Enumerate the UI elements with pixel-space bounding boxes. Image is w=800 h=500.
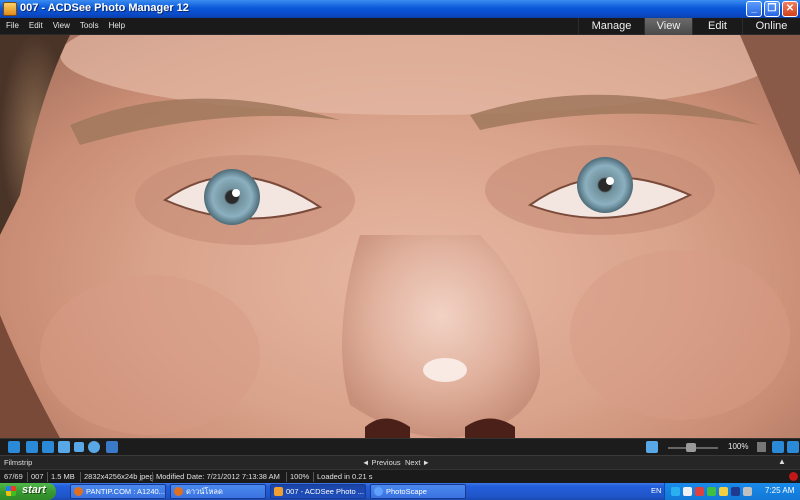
- language-indicator[interactable]: EN: [651, 486, 661, 495]
- menu-edit[interactable]: Edit: [29, 20, 43, 32]
- tray-icon[interactable]: [695, 487, 704, 496]
- status-divider: [80, 472, 81, 482]
- acdsee-icon: [274, 487, 283, 496]
- status-zoom: 100%: [290, 472, 310, 481]
- taskbar-item-photoscape[interactable]: PhotoScape: [370, 484, 466, 499]
- acdsee-app-icon[interactable]: [3, 2, 17, 16]
- viewer-toolbar: 100%: [0, 438, 800, 455]
- mode-tab-view[interactable]: View: [644, 18, 692, 35]
- firefox-icon: [74, 487, 83, 496]
- filmstrip-label[interactable]: Filmstrip: [4, 458, 32, 467]
- close-button[interactable]: ✕: [782, 1, 798, 17]
- screen: 007 - ACDSee Photo Manager 12 _ ❐ ✕ File…: [0, 0, 800, 500]
- taskbar-item-label: PhotoScape: [386, 487, 427, 496]
- filmstrip-bar: Filmstrip ◄ Previous Next ► ▲: [0, 455, 800, 469]
- start-button[interactable]: start: [0, 483, 56, 500]
- zoom-tool-icon[interactable]: [88, 441, 100, 453]
- status-bar: 67/69 007 1.5 MB 2832x4256x24b jpeg Modi…: [0, 469, 800, 483]
- fit-image-icon[interactable]: [646, 441, 658, 453]
- next-button[interactable]: Next ►: [405, 458, 430, 467]
- status-divider: [27, 472, 28, 482]
- windows-taskbar: start PANTIP.COM : A1240... ดาวน์โหลด 00…: [0, 483, 800, 500]
- taskbar-item-acdsee[interactable]: 007 - ACDSee Photo ...: [270, 484, 366, 499]
- next-image-icon[interactable]: [42, 441, 54, 453]
- back-to-manage-icon[interactable]: [8, 441, 20, 453]
- status-file-size: 1.5 MB: [51, 472, 75, 481]
- minimize-button[interactable]: _: [746, 1, 762, 17]
- menu-file[interactable]: File: [6, 20, 19, 32]
- menu-help[interactable]: Help: [109, 20, 125, 32]
- rotate-menu-icon[interactable]: [106, 441, 118, 453]
- taskbar-item-label: ดาวน์โหลด: [186, 487, 223, 496]
- window-title: 007 - ACDSee Photo Manager 12: [20, 2, 189, 14]
- start-label: start: [22, 484, 46, 496]
- expand-icon[interactable]: [787, 441, 799, 453]
- mode-tab-manage[interactable]: Manage: [578, 18, 644, 35]
- system-clock[interactable]: 7:25 AM: [765, 486, 794, 495]
- tray-icon[interactable]: [719, 487, 728, 496]
- system-tray: 7:25 AM: [664, 483, 800, 500]
- zoom-slider-thumb[interactable]: [686, 443, 696, 452]
- taskbar-item-download[interactable]: ดาวน์โหลด: [170, 484, 266, 499]
- firefox-icon: [174, 487, 183, 496]
- status-load-time: Loaded in 0.21 s: [317, 472, 373, 481]
- tray-icon[interactable]: [731, 487, 740, 496]
- tray-icon[interactable]: [671, 487, 680, 496]
- status-modified-date: Modified Date: 7/21/2012 7:13:38 AM: [156, 472, 280, 481]
- status-divider: [313, 472, 314, 482]
- windows-logo-icon: [6, 486, 16, 496]
- taskbar-item-label: 007 - ACDSee Photo ...: [286, 487, 364, 496]
- menu-bar: File Edit View Tools Help Manage View Ed…: [0, 18, 800, 35]
- status-divider: [152, 472, 153, 482]
- tray-icon[interactable]: [707, 487, 716, 496]
- status-filename: 007: [31, 472, 44, 481]
- tray-icon[interactable]: [743, 487, 752, 496]
- photo-viewer[interactable]: [0, 35, 800, 438]
- title-bar[interactable]: 007 - ACDSee Photo Manager 12 _ ❐ ✕: [0, 0, 800, 18]
- taskbar-item-pantip[interactable]: PANTIP.COM : A1240...: [70, 484, 166, 499]
- mode-tab-online[interactable]: Online: [742, 18, 800, 35]
- status-position: 67/69: [4, 472, 23, 481]
- full-screen-icon[interactable]: [772, 441, 784, 453]
- mode-tabs: Manage View Edit Online: [578, 18, 800, 35]
- mode-tab-edit[interactable]: Edit: [692, 18, 742, 35]
- zoom-level: 100%: [728, 442, 749, 451]
- filmstrip-toggle-icon[interactable]: ▲: [778, 457, 786, 466]
- pan-tool-icon[interactable]: [58, 441, 70, 453]
- status-dimensions: 2832x4256x24b jpeg: [84, 472, 154, 481]
- error-indicator-icon[interactable]: [789, 472, 798, 481]
- menu-tools[interactable]: Tools: [80, 20, 99, 32]
- portrait-photo: [0, 35, 800, 438]
- previous-image-icon[interactable]: [26, 441, 38, 453]
- tray-icon[interactable]: [683, 487, 692, 496]
- status-divider: [286, 472, 287, 482]
- main-menu: File Edit View Tools Help: [6, 20, 125, 32]
- taskbar-item-label: PANTIP.COM : A1240...: [86, 487, 165, 496]
- maximize-button[interactable]: ❐: [764, 1, 780, 17]
- status-divider: [47, 472, 48, 482]
- menu-view[interactable]: View: [53, 20, 70, 32]
- previous-button[interactable]: ◄ Previous: [362, 458, 401, 467]
- zoom-dropdown-icon[interactable]: [757, 442, 766, 452]
- select-tool-icon[interactable]: [74, 442, 84, 452]
- photoscape-icon: [374, 487, 383, 496]
